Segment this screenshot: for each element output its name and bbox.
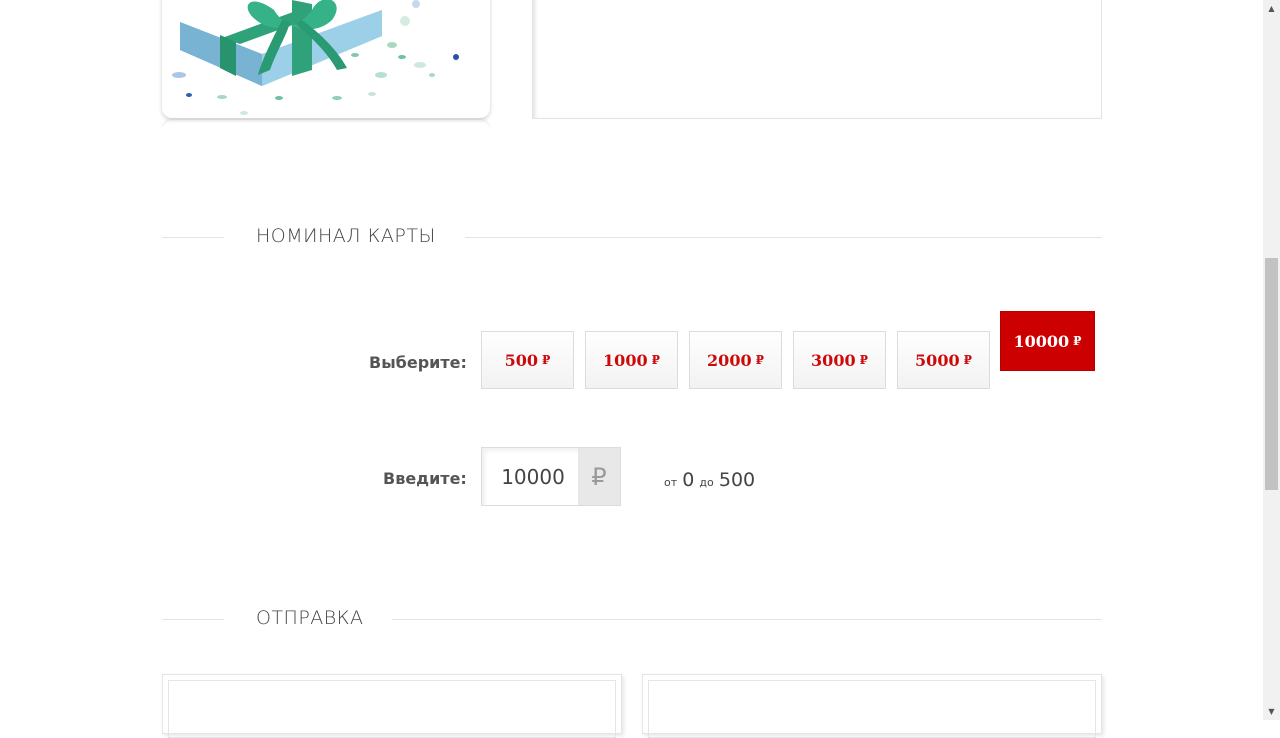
section-title-nominal: НОМИНАЛ КАРТЫ	[256, 225, 436, 247]
section-divider-right	[465, 237, 1102, 238]
ruble-icon: ₽	[542, 353, 551, 367]
ruble-icon: ₽	[1073, 334, 1082, 348]
denomination-value: 5000	[915, 350, 960, 370]
denomination-5000-button[interactable]: 5000 ₽	[897, 331, 990, 389]
denomination-3000-button[interactable]: 3000 ₽	[793, 331, 886, 389]
ruble-icon: ₽	[859, 353, 868, 367]
section-divider-left	[162, 619, 224, 620]
amount-field[interactable]: ₽	[481, 447, 621, 506]
denomination-10000-button[interactable]: 10000 ₽	[1000, 311, 1095, 371]
card-preview-panel	[532, 0, 1102, 119]
gift-card-thumbnail[interactable]	[162, 0, 490, 118]
ruble-icon: ₽	[651, 353, 660, 367]
range-to-label: до	[699, 476, 714, 489]
range-to-value: 500	[718, 469, 756, 491]
send-option-card-right[interactable]	[642, 674, 1102, 738]
denomination-1000-button[interactable]: 1000 ₽	[585, 331, 678, 389]
select-label: Выберите:	[369, 353, 467, 372]
denomination-value: 10000	[1013, 331, 1070, 351]
section-divider-right	[392, 619, 1102, 620]
ruble-icon: ₽	[755, 353, 764, 367]
ruble-icon: ₽	[963, 353, 972, 367]
enter-label: Введите:	[383, 469, 467, 488]
denomination-2000-button[interactable]: 2000 ₽	[689, 331, 782, 389]
scroll-down-arrow-icon[interactable]: ▼	[1263, 703, 1280, 720]
denomination-value: 2000	[707, 350, 752, 370]
section-divider-left	[162, 237, 224, 238]
range-from-value: 0	[682, 469, 695, 491]
section-title-send: ОТПРАВКА	[256, 607, 364, 629]
scroll-up-arrow-icon[interactable]: ▲	[1263, 0, 1280, 17]
denomination-value: 1000	[603, 350, 648, 370]
range-from-label: от	[664, 476, 678, 489]
send-option-inner	[648, 680, 1096, 738]
denomination-value: 500	[504, 350, 539, 370]
amount-input[interactable]	[482, 448, 578, 505]
send-option-inner	[168, 680, 616, 738]
gift-card-stack-edge	[162, 120, 490, 131]
denomination-value: 3000	[811, 350, 856, 370]
send-option-card-left[interactable]	[162, 674, 622, 738]
gift-box-image	[172, 0, 459, 115]
ruble-icon: ₽	[578, 448, 620, 505]
scrollbar-thumb[interactable]	[1265, 258, 1278, 490]
amount-range: от 0 до 500	[664, 469, 755, 491]
denomination-500-button[interactable]: 500 ₽	[481, 331, 574, 389]
